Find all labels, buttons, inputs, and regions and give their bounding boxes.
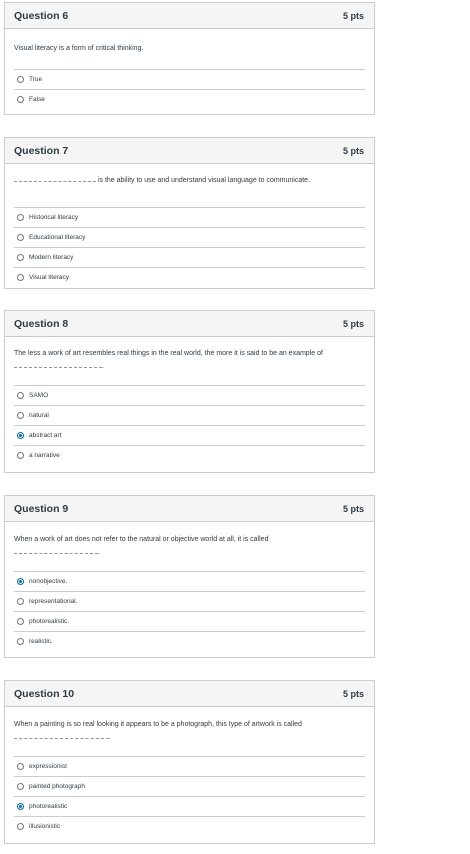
question-title: Question 9 — [14, 502, 69, 515]
question-text-after: . — [98, 549, 100, 556]
question-header: Question 6 5 pts — [5, 3, 374, 29]
answer-label: Educational literacy — [29, 234, 86, 241]
question-title: Question 6 — [14, 9, 69, 22]
answer-option[interactable]: representational. — [14, 591, 365, 611]
question-title: Question 8 — [14, 317, 69, 330]
radio-button[interactable] — [17, 274, 24, 281]
answer-list: expressionist painted photograph photore… — [14, 756, 365, 836]
answer-label: SAMO — [29, 392, 49, 399]
answer-option[interactable]: illusionistic — [14, 816, 365, 836]
answer-option[interactable]: Educational literacy — [14, 227, 365, 247]
answer-label: Visual literacy — [29, 274, 69, 281]
question-text: The less a work of art resembles real th… — [14, 337, 365, 384]
question-text-before: When a painting is so real looking it ap… — [14, 721, 302, 728]
radio-button[interactable] — [17, 96, 24, 103]
answer-label: a narrative — [29, 452, 60, 459]
fill-in-blank — [14, 546, 98, 554]
answer-label: False — [29, 96, 45, 103]
radio-button-selected[interactable] — [17, 803, 24, 810]
radio-button-selected[interactable] — [17, 432, 24, 439]
question-header: Question 7 5 pts — [5, 138, 374, 164]
answer-option[interactable]: photorealistic. — [14, 611, 365, 631]
question-points: 5 pts — [342, 503, 364, 514]
answer-label: Historical literacy — [29, 214, 79, 221]
radio-button[interactable] — [17, 598, 24, 605]
question-text-after: is the ability to use and understand vis… — [96, 177, 311, 184]
answer-label: abstract art — [29, 432, 62, 439]
radio-button[interactable] — [17, 638, 24, 645]
answer-list: SAMO natural abstract art a narrative — [14, 385, 365, 465]
radio-button[interactable] — [17, 76, 24, 83]
answer-label: representational. — [29, 598, 78, 605]
question-header: Question 10 5 pts — [5, 681, 374, 707]
radio-button[interactable] — [17, 618, 24, 625]
fill-in-blank — [14, 174, 96, 182]
answer-label: painted photograph — [29, 783, 86, 790]
radio-button[interactable] — [17, 234, 24, 241]
radio-button[interactable] — [17, 763, 24, 770]
answer-option[interactable]: True — [14, 69, 365, 89]
answer-label: realistic. — [29, 638, 53, 645]
answer-list: Historical literacy Educational literacy… — [14, 207, 365, 287]
question-text: Visual literacy is a form of critical th… — [14, 29, 365, 69]
radio-button[interactable] — [17, 214, 24, 221]
answer-option[interactable]: SAMO — [14, 385, 365, 405]
answer-label: True — [29, 76, 43, 83]
question-card: Question 10 5 pts When a painting is so … — [4, 680, 375, 844]
question-title: Question 7 — [14, 144, 69, 157]
radio-button[interactable] — [17, 783, 24, 790]
radio-button[interactable] — [17, 254, 24, 261]
radio-button[interactable] — [17, 823, 24, 830]
answer-option[interactable]: natural — [14, 405, 365, 425]
radio-button[interactable] — [17, 452, 24, 459]
fill-in-blank — [14, 360, 102, 368]
question-card: Question 6 5 pts Visual literacy is a fo… — [4, 2, 375, 115]
answer-list: nonobjective. representational. photorea… — [14, 571, 365, 651]
answer-label: expressionist — [29, 763, 67, 770]
question-points: 5 pts — [342, 145, 364, 156]
answer-option[interactable]: False — [14, 89, 365, 109]
answer-label: photorealistic — [29, 803, 68, 810]
radio-button-selected[interactable] — [17, 578, 24, 585]
question-text-after: . — [102, 363, 104, 370]
question-points: 5 pts — [342, 688, 364, 699]
question-card: Question 7 5 pts is the ability to use a… — [4, 137, 375, 289]
answer-option[interactable]: expressionist — [14, 756, 365, 776]
question-text-before: When a work of art does not refer to the… — [14, 536, 269, 543]
question-text-before: Visual literacy is a form of critical th… — [14, 45, 144, 52]
answer-label: natural — [29, 412, 49, 419]
answer-option[interactable]: a narrative — [14, 445, 365, 465]
radio-button[interactable] — [17, 392, 24, 399]
answer-label: nonobjective. — [29, 578, 68, 585]
answer-option[interactable]: Modern literacy — [14, 247, 365, 267]
answer-option[interactable]: Visual literacy — [14, 267, 365, 287]
answer-option[interactable]: realistic. — [14, 631, 365, 651]
question-text: When a painting is so real looking it ap… — [14, 707, 365, 755]
quiz-page: Question 6 5 pts Visual literacy is a fo… — [0, 0, 470, 854]
answer-option[interactable]: abstract art — [14, 425, 365, 445]
question-text-before: The less a work of art resembles real th… — [14, 350, 323, 357]
question-header: Question 8 5 pts — [5, 311, 374, 337]
question-title: Question 10 — [14, 687, 75, 700]
answer-option[interactable]: photorealistic — [14, 796, 365, 816]
answer-option[interactable]: nonobjective. — [14, 571, 365, 591]
question-points: 5 pts — [342, 10, 364, 21]
radio-button[interactable] — [17, 412, 24, 419]
question-header: Question 9 5 pts — [5, 496, 374, 522]
answer-label: Modern literacy — [29, 254, 74, 261]
answer-list: True False — [14, 69, 365, 109]
question-card: Question 9 5 pts When a work of art does… — [4, 495, 375, 658]
answer-option[interactable]: painted photograph — [14, 776, 365, 796]
question-card: Question 8 5 pts The less a work of art … — [4, 310, 375, 473]
fill-in-blank — [14, 731, 109, 739]
answer-label: illusionistic — [29, 823, 61, 830]
question-text: is the ability to use and understand vis… — [14, 164, 365, 198]
question-text: When a work of art does not refer to the… — [14, 522, 365, 570]
question-points: 5 pts — [342, 318, 364, 329]
answer-option[interactable]: Historical literacy — [14, 207, 365, 227]
answer-label: photorealistic. — [29, 618, 70, 625]
question-text-after: . — [109, 734, 111, 741]
